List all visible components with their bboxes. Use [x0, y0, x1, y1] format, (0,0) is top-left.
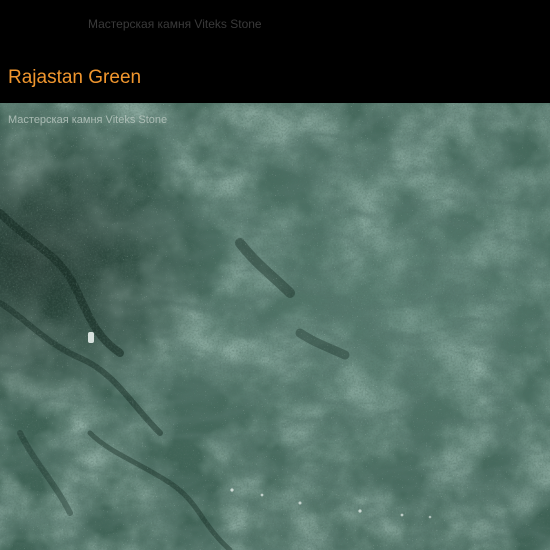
product-title: Rajastan Green — [8, 67, 142, 88]
image-watermark: Мастерская камня Viteks Stone — [8, 114, 168, 126]
marble-photo: Мастерская камня Viteks Stone — [0, 103, 550, 550]
top-watermark: Мастерская камня Viteks Stone — [88, 17, 262, 31]
page: Мастерская камня Viteks Stone Rajastan G… — [0, 0, 550, 550]
marble-texture — [0, 103, 550, 550]
marble-specks — [0, 103, 550, 550]
